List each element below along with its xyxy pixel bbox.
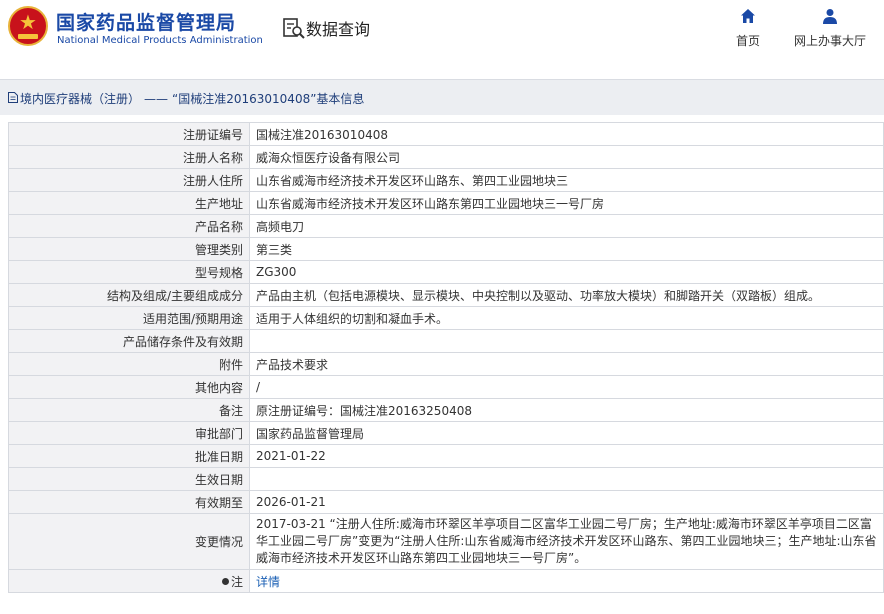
table-row: 生产地址 山东省威海市经济技术开发区环山路东第四工业园地块三一号厂房 bbox=[8, 191, 884, 215]
row-label: 变更情况 bbox=[8, 513, 250, 570]
row-label: 附件 bbox=[8, 352, 250, 376]
site-logo-title[interactable]: 国家药品监督管理局 bbox=[56, 8, 236, 35]
table-row: 注册证编号 国械注准20163010408 bbox=[8, 122, 884, 146]
row-label: 有效期至 bbox=[8, 490, 250, 514]
table-row: 产品储存条件及有效期 bbox=[8, 329, 884, 353]
user-icon bbox=[823, 9, 837, 24]
nav-service-hall-label: 网上办事大厅 bbox=[793, 34, 866, 48]
breadcrumb-text: 境内医疗器械（注册） —— “国械注准20163010408”基本信息 bbox=[20, 90, 364, 107]
table-row: 管理类别 第三类 bbox=[8, 237, 884, 261]
row-value: 产品技术要求 bbox=[249, 352, 884, 376]
data-search-icon bbox=[283, 18, 305, 39]
row-label: 生产地址 bbox=[8, 191, 250, 215]
row-value: 威海众恒医疗设备有限公司 bbox=[249, 145, 884, 169]
table-row: 注 详情 bbox=[8, 569, 884, 593]
document-icon bbox=[8, 92, 18, 103]
row-label: 产品储存条件及有效期 bbox=[8, 329, 250, 353]
row-value bbox=[249, 329, 884, 353]
table-row: 注册人住所 山东省威海市经济技术开发区环山路东、第四工业园地块三 bbox=[8, 168, 884, 192]
row-value: 国家药品监督管理局 bbox=[249, 421, 884, 445]
row-label: 注册人住所 bbox=[8, 168, 250, 192]
row-value bbox=[249, 467, 884, 491]
device-info-table: 注册证编号 国械注准20163010408 注册人名称 威海众恒医疗设备有限公司 注… bbox=[8, 122, 884, 593]
row-label: 管理类别 bbox=[8, 237, 250, 261]
row-label: 审批部门 bbox=[8, 421, 250, 445]
table-row: 变更情况 2017-03-21 “注册人住所:威海市环翠区羊亭项目二区富华工业园二… bbox=[8, 513, 884, 570]
table-row: 批准日期 2021-01-22 bbox=[8, 444, 884, 468]
details-link[interactable]: 详情 bbox=[256, 575, 280, 589]
row-label-note: 注 bbox=[8, 569, 250, 593]
table-row: 适用范围/预期用途 适用于人体组织的切割和凝血手术。 bbox=[8, 306, 884, 330]
breadcrumb-separator: —— bbox=[144, 92, 169, 106]
pin-icon bbox=[221, 577, 229, 585]
table-row: 生效日期 bbox=[8, 467, 884, 491]
site-logo-subtitle: National Medical Products Administration bbox=[57, 35, 263, 46]
table-row: 备注 原注册证编号：国械注准20163250408 bbox=[8, 398, 884, 422]
breadcrumb: 境内医疗器械（注册） —— “国械注准20163010408”基本信息 bbox=[0, 79, 884, 115]
row-label: 生效日期 bbox=[8, 467, 250, 491]
row-value: 第三类 bbox=[249, 237, 884, 261]
row-label: 结构及组成/主要组成成分 bbox=[8, 283, 250, 307]
table-row: 结构及组成/主要组成成分 产品由主机（包括电源模块、显示模块、中央控制以及驱动、功… bbox=[8, 283, 884, 307]
row-label: 产品名称 bbox=[8, 214, 250, 238]
nav-service-hall[interactable]: 网上办事大厅 bbox=[790, 8, 870, 49]
row-value: 高频电刀 bbox=[249, 214, 884, 238]
row-value: 适用于人体组织的切割和凝血手术。 bbox=[249, 306, 884, 330]
home-icon bbox=[741, 9, 755, 23]
row-value: 产品由主机（包括电源模块、显示模块、中央控制以及驱动、功率放大模块）和脚踏开关（… bbox=[249, 283, 884, 307]
row-label: 备注 bbox=[8, 398, 250, 422]
row-label: 注册证编号 bbox=[8, 122, 250, 146]
breadcrumb-title: “国械注准20163010408”基本信息 bbox=[172, 92, 365, 106]
row-label: 其他内容 bbox=[8, 375, 250, 399]
row-label: 批准日期 bbox=[8, 444, 250, 468]
row-label: 注册人名称 bbox=[8, 145, 250, 169]
row-value: / bbox=[249, 375, 884, 399]
table-row: 其他内容 / bbox=[8, 375, 884, 399]
nav-home[interactable]: 首页 bbox=[730, 8, 766, 49]
table-row: 型号规格 ZG300 bbox=[8, 260, 884, 284]
table-row: 附件 产品技术要求 bbox=[8, 352, 884, 376]
site-header: ★ 国家药品监督管理局 National Medical Products Ad… bbox=[0, 0, 884, 62]
row-value: 原注册证编号：国械注准20163250408 bbox=[249, 398, 884, 422]
row-value: 2026-01-21 bbox=[249, 490, 884, 514]
breadcrumb-category[interactable]: 境内医疗器械（注册） bbox=[20, 92, 140, 106]
row-label: 注 bbox=[230, 574, 243, 589]
table-row: 产品名称 高频电刀 bbox=[8, 214, 884, 238]
table-row: 有效期至 2026-01-21 bbox=[8, 490, 884, 514]
row-value: 山东省威海市经济技术开发区环山路东第四工业园地块三一号厂房 bbox=[249, 191, 884, 215]
row-value: ZG300 bbox=[249, 260, 884, 284]
row-value: 2021-01-22 bbox=[249, 444, 884, 468]
data-query-label: 数据查询 bbox=[306, 20, 371, 39]
row-value: 2017-03-21 “注册人住所:威海市环翠区羊亭项目二区富华工业园二号厂房；… bbox=[249, 513, 884, 570]
table-row: 审批部门 国家药品监督管理局 bbox=[8, 421, 884, 445]
emblem-icon: ★ bbox=[8, 6, 48, 46]
row-value: 山东省威海市经济技术开发区环山路东、第四工业园地块三 bbox=[249, 168, 884, 192]
table-row: 注册人名称 威海众恒医疗设备有限公司 bbox=[8, 145, 884, 169]
row-value: 国械注准20163010408 bbox=[249, 122, 884, 146]
nav-home-label: 首页 bbox=[735, 34, 760, 48]
row-label: 适用范围/预期用途 bbox=[8, 306, 250, 330]
row-label: 型号规格 bbox=[8, 260, 250, 284]
row-value-cell: 详情 bbox=[249, 569, 884, 593]
